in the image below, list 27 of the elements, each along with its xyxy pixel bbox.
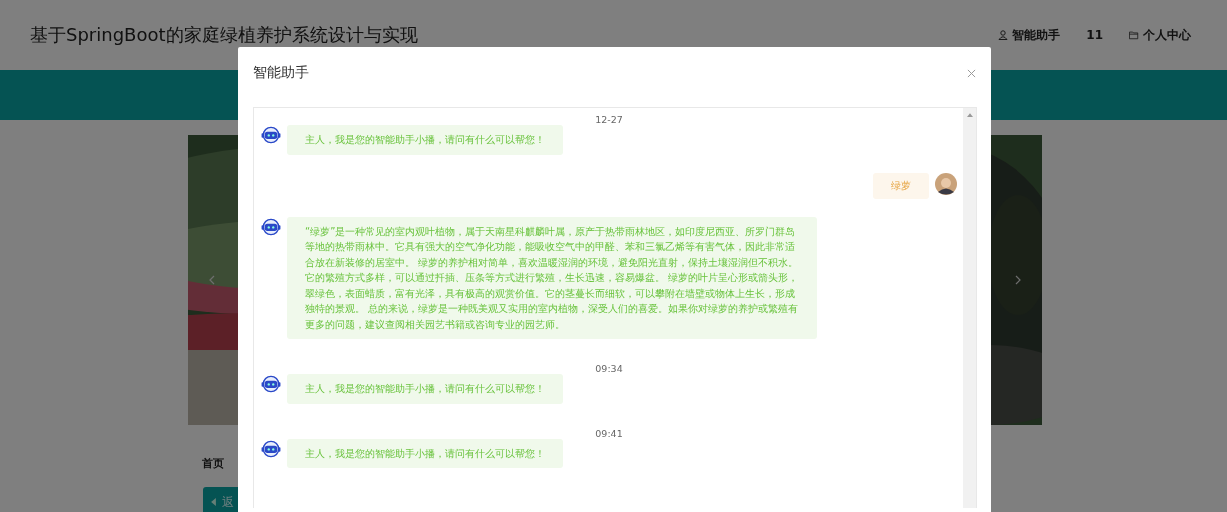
nav-link[interactable]: 智能助手 xyxy=(998,26,1061,44)
avatar-icon xyxy=(935,172,957,195)
next-icon[interactable] xyxy=(1015,275,1021,285)
message-time: 12-27 xyxy=(595,114,623,125)
robot-icon xyxy=(261,375,281,393)
bot-message: 主人，我是您的智能助手小播，请问有什么可以帮您！ xyxy=(287,438,563,468)
scrollbar[interactable] xyxy=(963,108,976,508)
caret-icon xyxy=(211,498,216,506)
dialog-title: 智能助手 xyxy=(253,64,309,82)
previous-icon[interactable] xyxy=(209,275,215,285)
robot-icon xyxy=(261,217,281,236)
bot-message: 主人，我是您的智能助手小播，请问有什么可以帮您！ xyxy=(287,125,563,155)
user-message: 绿萝 xyxy=(873,172,929,199)
bot-message: 主人，我是您的智能助手小播，请问有什么可以帮您！ xyxy=(287,374,563,404)
breadcrumb-link[interactable]: 首页 xyxy=(202,457,224,470)
scroll-up-icon[interactable] xyxy=(966,113,973,117)
nav-link[interactable]: 个人中心 xyxy=(1129,26,1191,44)
robot-icon xyxy=(261,439,281,458)
count-link[interactable]: 11 xyxy=(1086,28,1103,42)
message-time: 09:41 xyxy=(595,427,623,439)
person-icon xyxy=(998,30,1009,40)
folder-icon xyxy=(1129,30,1139,40)
robot-icon xyxy=(261,126,281,144)
site-title: 基于SpringBoot的家庭绿植养护系统设计与实现 xyxy=(30,23,418,47)
message-time: 09:34 xyxy=(595,363,623,374)
bot-message: “绿萝”是一种常见的室内观叶植物，属于天南星科麒麟叶属，原产于热带雨林地区，如印度尼西亚、所罗门群岛等地的热带雨林中。它具有强大的空气净化功能，能吸收空气中的甲醛、苯和三氯乙烯等有害气体，因此非常适合放在新装修的居室中。 绿萝的养护相对简单，喜欢温暖湿润的环境，避免阳光直射，保持土壤湿润但不积水。它的繁殖方式多样，可以通过扦插、压条等方式进行繁殖，生长迅速，容易爆盆。 绿萝的叶片呈心形或箭头形，翠绿色，表面蜡质，富有光泽，具有极高的观赏价值。它的茎蔓长而细软，可以攀附在墙壁或物体上生长，形成独特的景观。 总的来说，绿萝是一种既美观又实用的室内植物，深受人们的喜爱。如果你对绿萝的养护或繁殖有更多的问题，建议查阅相关园艺书籍或咨询专业的园艺师。 xyxy=(287,216,817,339)
close-icon[interactable] xyxy=(967,68,976,78)
